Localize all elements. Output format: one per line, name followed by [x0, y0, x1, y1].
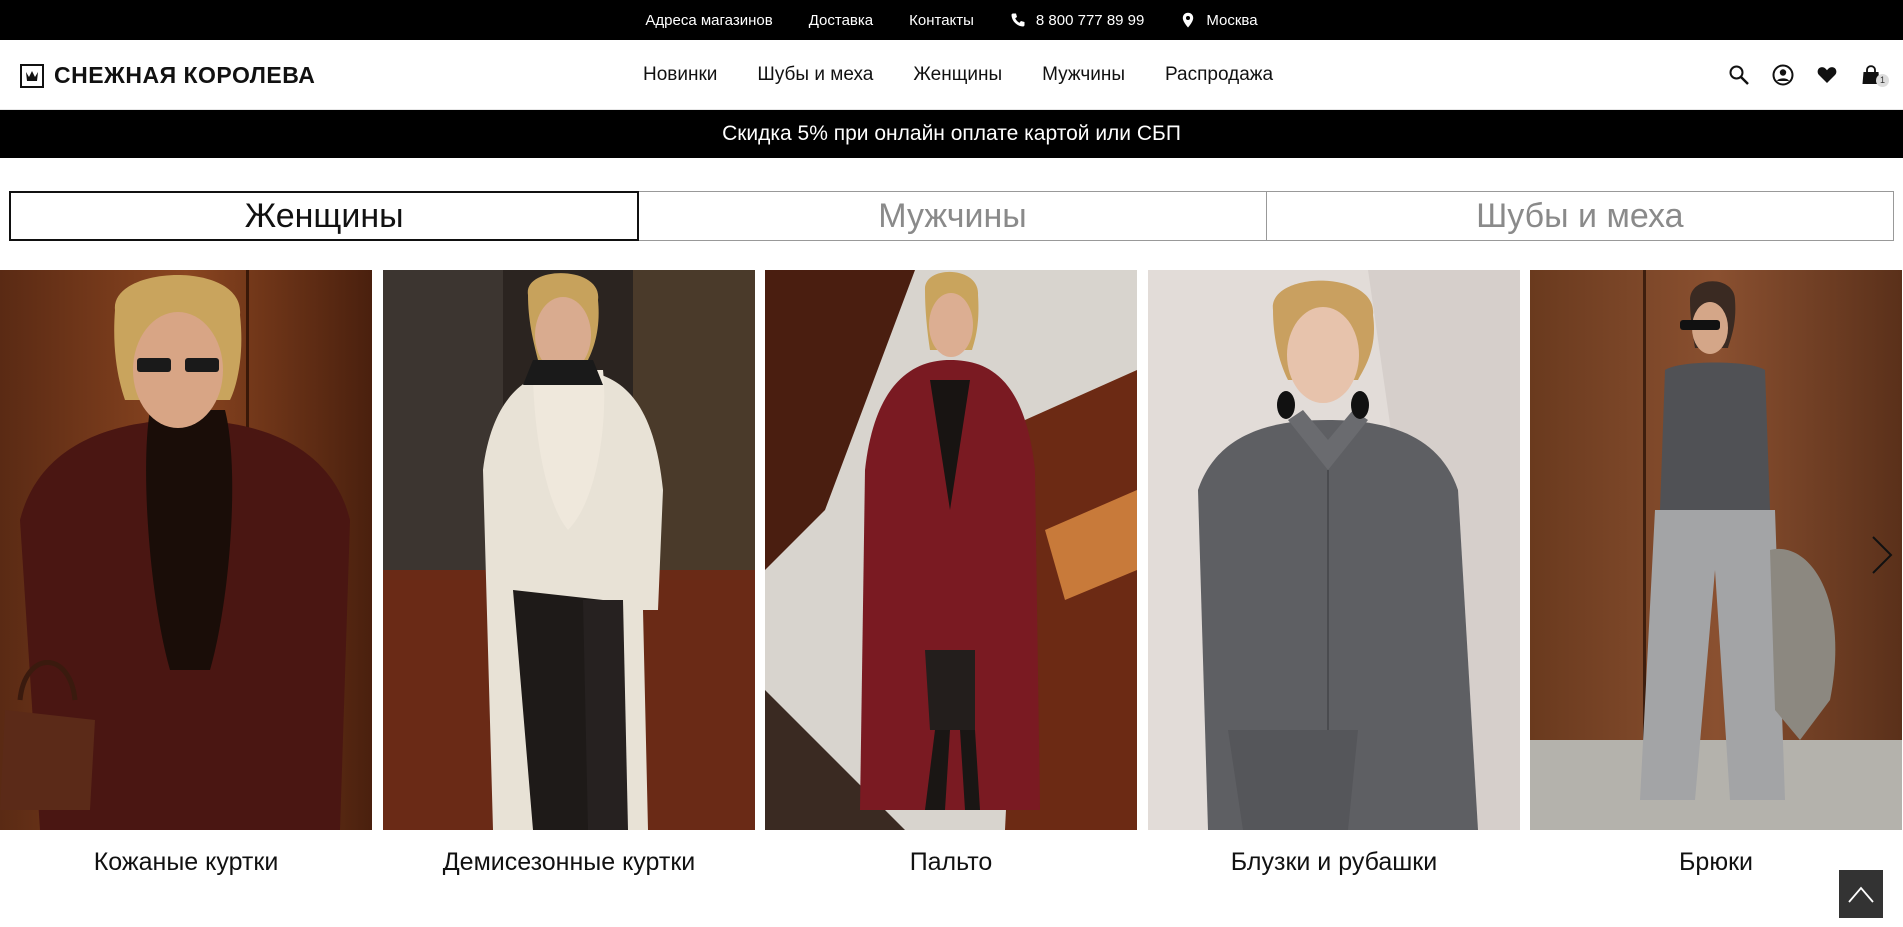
category-card-coats[interactable]: Пальто	[765, 270, 1137, 890]
phone-link[interactable]: 8 800 777 89 99	[1010, 12, 1144, 29]
search-icon[interactable]	[1727, 63, 1751, 87]
category-card-trousers[interactable]: Брюки	[1530, 270, 1902, 890]
tab-furs[interactable]: Шубы и меха	[1266, 191, 1894, 241]
main-navigation: Новинки Шубы и меха Женщины Мужчины Расп…	[643, 40, 1273, 110]
nav-item-men[interactable]: Мужчины	[1042, 64, 1125, 86]
site-header: СНЕЖНАЯ КОРОЛЕВА Новинки Шубы и меха Жен…	[0, 40, 1903, 110]
logo-text: СНЕЖНАЯ КОРОЛЕВА	[54, 62, 316, 88]
category-image-trousers	[1530, 270, 1902, 830]
contacts-link[interactable]: Контакты	[909, 12, 974, 29]
carousel-next-chevron-icon[interactable]	[1867, 530, 1897, 580]
contacts-link-label: Контакты	[909, 11, 974, 29]
stores-link-label: Адреса магазинов	[645, 11, 773, 29]
category-image-blouses-shirts	[1148, 270, 1520, 830]
header-actions: 1	[1727, 40, 1889, 110]
account-icon[interactable]	[1771, 63, 1795, 87]
nav-item-women[interactable]: Женщины	[913, 64, 1002, 86]
cart-count-badge: 1	[1876, 74, 1889, 87]
category-carousel: Кожаные куртки Демисезонные куртки Пальт…	[0, 270, 1903, 890]
promo-banner: Скидка 5% при онлайн оплате картой или С…	[0, 110, 1903, 158]
chevron-up-icon	[1848, 886, 1874, 903]
city-label: Москва	[1206, 11, 1258, 29]
location-pin-icon	[1180, 12, 1196, 28]
delivery-link[interactable]: Доставка	[809, 12, 873, 29]
phone-number: 8 800 777 89 99	[1035, 11, 1145, 29]
delivery-link-label: Доставка	[808, 11, 874, 29]
nav-item-new[interactable]: Новинки	[643, 64, 717, 86]
logo[interactable]: СНЕЖНАЯ КОРОЛЕВА	[20, 62, 315, 89]
nav-item-furs[interactable]: Шубы и меха	[757, 64, 873, 86]
crown-logo-icon	[20, 63, 44, 88]
category-card-demi-season-jackets[interactable]: Демисезонные куртки	[383, 270, 755, 890]
category-label: Блузки и рубашки	[1230, 848, 1438, 876]
category-label: Демисезонные куртки	[442, 848, 696, 876]
top-utility-bar: Адреса магазинов Доставка Контакты 8 800…	[0, 0, 1903, 40]
favorites-heart-icon[interactable]	[1815, 63, 1839, 87]
promo-text: Скидка 5% при онлайн оплате картой или С…	[722, 122, 1181, 145]
cart-bag-icon[interactable]: 1	[1859, 63, 1889, 87]
category-image-leather-jackets	[0, 270, 372, 830]
category-image-demi-season-jackets	[383, 270, 755, 830]
tab-men[interactable]: Мужчины	[639, 191, 1267, 241]
nav-item-sale[interactable]: Распродажа	[1165, 64, 1273, 86]
category-label: Кожаные куртки	[93, 848, 279, 876]
tab-women[interactable]: Женщины	[9, 191, 640, 241]
scroll-to-top-button[interactable]	[1839, 870, 1883, 918]
city-selector[interactable]: Москва	[1180, 11, 1258, 29]
category-label: Пальто	[909, 848, 993, 876]
category-card-leather-jackets[interactable]: Кожаные куртки	[0, 270, 372, 890]
phone-icon	[1010, 12, 1026, 28]
stores-link[interactable]: Адреса магазинов	[645, 12, 772, 29]
category-image-coats	[765, 270, 1137, 830]
category-card-blouses-shirts[interactable]: Блузки и рубашки	[1148, 270, 1520, 890]
category-tabs: Женщины Мужчины Шубы и меха	[9, 191, 1894, 241]
